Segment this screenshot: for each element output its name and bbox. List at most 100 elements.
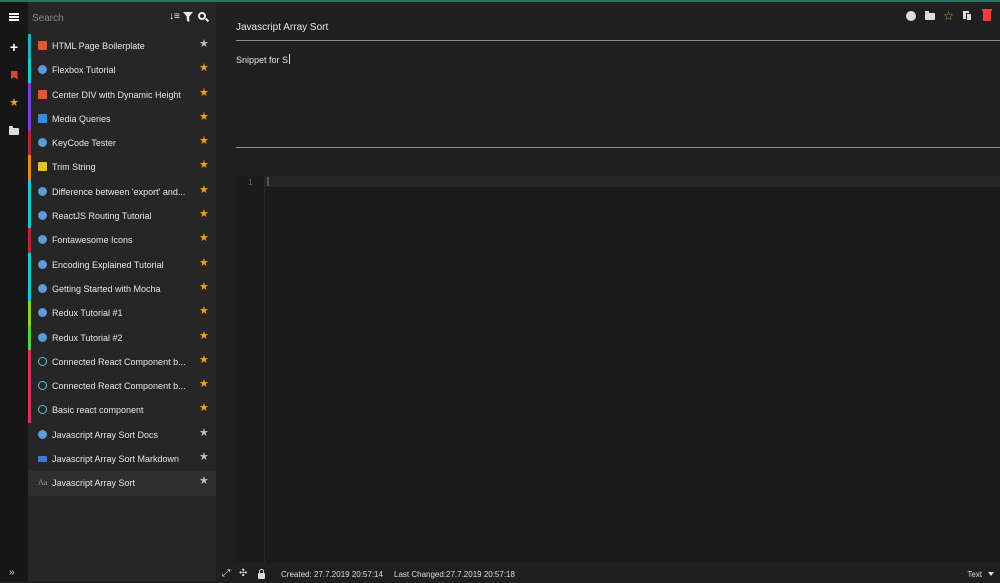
snippet-list-item[interactable]: Javascript Array Sort Docs ★: [28, 423, 216, 447]
favorite-star-icon[interactable]: ★: [199, 281, 209, 293]
favorite-star-icon[interactable]: ★: [199, 257, 209, 269]
favorite-star-icon[interactable]: ★: [199, 403, 209, 414]
color-tag-bar: [28, 276, 31, 302]
globe-language-icon: [38, 332, 47, 342]
snippet-title-label: Media Queries: [52, 113, 111, 124]
copy-button[interactable]: [962, 10, 973, 21]
js-language-icon: [38, 162, 47, 172]
snippet-title-label: KeyCode Tester: [52, 138, 116, 149]
changed-label: Last Changed:: [394, 570, 447, 579]
folder-icon: [9, 125, 19, 135]
color-tag-bar: [28, 374, 31, 399]
snippet-list-item[interactable]: Encoding Explained Tutorial ★: [28, 252, 216, 277]
changed-timestamp: 27.7.2019 20:57:18: [446, 570, 515, 579]
snippet-list-item[interactable]: Difference between 'export' and... ★: [28, 179, 216, 205]
globe-language-icon: [38, 283, 47, 293]
snippet-title-label: Javascript Array Sort Docs: [52, 429, 159, 440]
code-editor[interactable]: 1: [236, 176, 1000, 562]
color-tag-bar: [28, 349, 31, 375]
favorite-star-icon[interactable]: ★: [199, 63, 209, 74]
folders-button[interactable]: [0, 120, 28, 142]
color-tag-bar: [28, 325, 31, 350]
expand-rail-icon[interactable]: »: [9, 567, 15, 578]
mode-select[interactable]: Text: [967, 570, 982, 579]
lock-icon[interactable]: [258, 569, 265, 579]
favorite-star-icon[interactable]: ★: [199, 306, 209, 317]
snippet-list-item[interactable]: Center DIV with Dynamic Height ★: [28, 82, 216, 107]
bookmarks-button[interactable]: [0, 64, 28, 86]
snippet-title-label: Connected React Component b...: [52, 381, 186, 392]
snippet-title-label: Redux Tutorial #2: [52, 332, 123, 343]
favorite-star-icon[interactable]: ★: [199, 209, 209, 220]
favorite-star-icon[interactable]: ★: [199, 354, 209, 366]
snippet-list-item[interactable]: HTML Page Boilerplate ★: [28, 34, 216, 59]
snippet-list-item[interactable]: KeyCode Tester ★: [28, 131, 216, 156]
expand-icon[interactable]: ⤢: [222, 569, 230, 579]
star-outline-icon: ☆: [943, 8, 954, 23]
snippet-title-label: Difference between 'export' and...: [52, 186, 186, 197]
snippet-list-item[interactable]: Javascript Array Sort Markdown ★: [28, 447, 216, 471]
snippet-description[interactable]: Snippet for S: [236, 54, 290, 65]
favorite-star-icon[interactable]: ★: [199, 233, 209, 244]
filter-icon[interactable]: [183, 12, 193, 22]
move-folder-button[interactable]: [924, 10, 935, 21]
snippet-list-item[interactable]: Flexbox Tutorial ★: [28, 58, 216, 83]
snippet-list-item[interactable]: Redux Tutorial #1 ★: [28, 301, 216, 326]
favorite-button[interactable]: ☆: [943, 8, 954, 23]
snippet-list-item[interactable]: Redux Tutorial #2 ★: [28, 325, 216, 350]
favorite-star-icon[interactable]: ★: [199, 111, 209, 123]
new-snippet-button[interactable]: +: [0, 36, 28, 58]
color-tag-bar: [28, 204, 31, 229]
snippet-title-label: Encoding Explained Tutorial: [52, 259, 164, 270]
snippet-title-label: Center DIV with Dynamic Height: [52, 89, 182, 100]
snippet-list-item[interactable]: Connected React Component b... ★: [28, 374, 216, 399]
menu-button[interactable]: [0, 6, 28, 28]
react-language-icon: [38, 381, 47, 391]
line-number: 1: [248, 178, 253, 187]
favorite-star-icon[interactable]: ★: [199, 39, 209, 50]
snippet-list-item[interactable]: Fontawesome Icons ★: [28, 228, 216, 253]
snippet-title-label: Getting Started with Mocha: [52, 283, 161, 294]
snippet-list-item[interactable]: Trim String ★: [28, 155, 216, 180]
color-tag-bar: [28, 82, 31, 107]
description-divider: [236, 147, 1000, 148]
favorite-star-icon[interactable]: ★: [199, 476, 209, 487]
favorite-star-icon[interactable]: ★: [199, 87, 209, 99]
favorite-star-icon[interactable]: ★: [199, 427, 209, 439]
color-tag-bar: [28, 34, 31, 59]
favorite-star-icon[interactable]: ★: [199, 160, 209, 171]
snippet-list-item[interactable]: Basic react component ★: [28, 398, 216, 423]
snippet-title-label: Redux Tutorial #1: [52, 308, 123, 319]
favorite-star-icon[interactable]: ★: [199, 184, 209, 196]
favorite-star-icon[interactable]: ★: [199, 136, 209, 147]
snippet-list-item[interactable]: Media Queries ★: [28, 106, 216, 132]
text-language-icon: Aa: [38, 478, 48, 488]
favorite-star-icon[interactable]: ★: [199, 330, 209, 342]
color-tag-bar: [28, 423, 31, 447]
snippet-title-label: HTML Page Boilerplate: [52, 41, 145, 51]
snippet-list-item[interactable]: Aa Javascript Array Sort ★: [28, 471, 216, 496]
favorite-star-icon[interactable]: ★: [199, 452, 209, 463]
sort-icon[interactable]: ↓≡: [169, 12, 180, 22]
snippet-editor-pane: Javascript Array Sort ☆ Snippet for S 1 …: [216, 2, 1000, 581]
delete-button[interactable]: [981, 8, 992, 21]
react-language-icon: [38, 356, 47, 366]
snippet-title[interactable]: Javascript Array Sort: [236, 22, 328, 33]
snippet-list: HTML Page Boilerplate ★ Flexbox Tutorial ★ C…: [28, 34, 216, 496]
chevron-down-icon[interactable]: [988, 572, 994, 576]
snippet-list-item[interactable]: ReactJS Routing Tutorial ★: [28, 204, 216, 229]
globe-language-icon: [38, 186, 47, 196]
icon-rail: + ★ »: [0, 2, 28, 581]
language-button[interactable]: [905, 10, 916, 21]
globe-language-icon: [38, 235, 47, 245]
react-language-icon: [38, 405, 47, 415]
fullscreen-icon[interactable]: ✣: [239, 569, 247, 579]
favorite-star-icon[interactable]: ★: [199, 379, 209, 390]
search-input[interactable]: [32, 10, 160, 26]
snippet-list-item[interactable]: Connected React Component b... ★: [28, 349, 216, 375]
created-timestamp: 27.7.2019 20:57:14: [314, 570, 383, 579]
copy-icon: [963, 10, 972, 21]
favorites-button[interactable]: ★: [0, 92, 28, 114]
snippet-list-item[interactable]: Getting Started with Mocha ★: [28, 276, 216, 302]
search-icon[interactable]: [198, 12, 210, 23]
